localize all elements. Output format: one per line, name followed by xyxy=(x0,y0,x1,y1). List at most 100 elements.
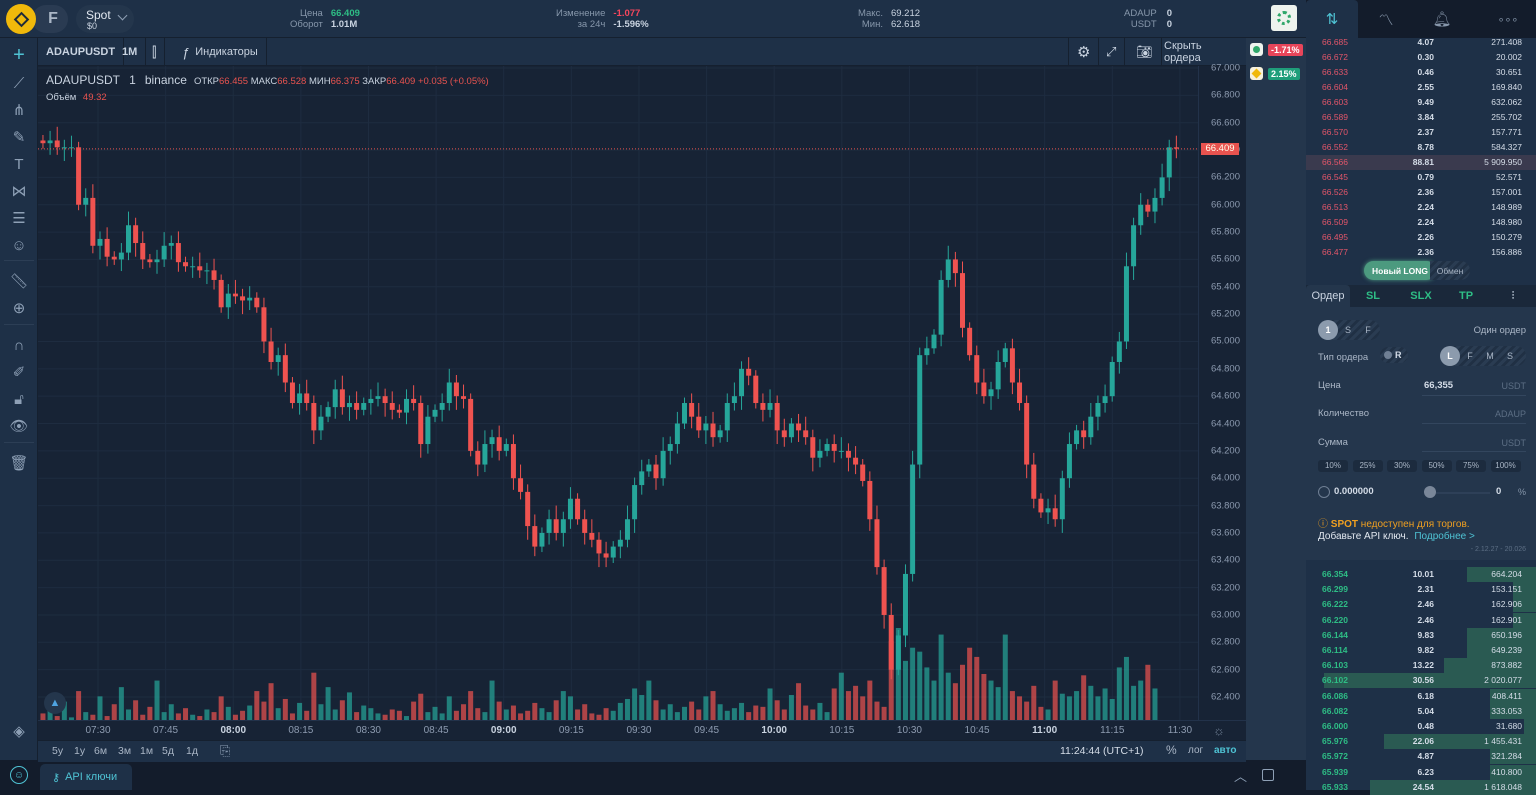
cardano-coin-icon[interactable] xyxy=(1271,5,1297,31)
pitchfork-icon[interactable]: ⋔ xyxy=(8,99,30,121)
percent-button[interactable]: 75% xyxy=(1456,460,1486,472)
trend-line-icon[interactable]: ⟋ xyxy=(8,72,30,94)
bid-row[interactable]: 65.939 6.23 410.800 xyxy=(1306,764,1536,780)
ask-row[interactable]: 66.589 3.84 255.702 xyxy=(1306,110,1536,125)
swap-button[interactable]: Обмен xyxy=(1430,261,1470,280)
ask-row[interactable]: 66.509 2.24 148.980 xyxy=(1306,215,1536,230)
log-scale-toggle[interactable]: лог xyxy=(1188,745,1203,756)
percent-button[interactable]: 50% xyxy=(1421,460,1452,472)
window-icon[interactable] xyxy=(1262,769,1274,781)
indicators-button[interactable]: ƒ Индикаторы xyxy=(174,38,267,66)
bid-row[interactable]: 66.082 5.04 333.053 xyxy=(1306,703,1536,719)
percent-button[interactable]: 30% xyxy=(1387,460,1417,472)
symbol-button[interactable]: ADAUPUSDT xyxy=(38,38,125,66)
ask-row[interactable]: 66.604 2.55 169.840 xyxy=(1306,80,1536,95)
unlock-icon[interactable]: 🔓︎ xyxy=(8,388,30,410)
bid-row[interactable]: 65.933 24.54 1 618.048 xyxy=(1306,779,1536,795)
percent-scale-toggle[interactable]: % xyxy=(1166,743,1177,757)
tab-sl[interactable]: SL xyxy=(1358,285,1388,307)
sliders-icon[interactable]: ⫶ xyxy=(1498,285,1528,307)
range-button[interactable]: 1м xyxy=(140,745,153,757)
bid-row[interactable]: 66.144 9.83 650.196 xyxy=(1306,627,1536,643)
pattern-icon[interactable]: ⋈ xyxy=(8,180,30,202)
order-mode-toggle[interactable]: 1 S F xyxy=(1318,320,1380,340)
type-option[interactable]: L xyxy=(1440,346,1460,366)
quantity-input[interactable] xyxy=(1422,423,1526,424)
amount-slider-track[interactable] xyxy=(1428,492,1490,494)
trash-icon[interactable]: 🗑︎ xyxy=(8,452,30,474)
alerts-bell-icon[interactable]: 🔔︎ xyxy=(1416,0,1468,38)
bid-row[interactable]: 65.976 22.06 1 455.431 xyxy=(1306,734,1536,750)
sum-input[interactable] xyxy=(1422,451,1526,452)
tradingview-logo-icon[interactable]: ▲ xyxy=(44,692,66,714)
fullscreen-icon[interactable]: ⤢ xyxy=(1098,38,1126,66)
price-scale[interactable]: 67.00066.80066.60066.40066.20066.00065.8… xyxy=(1198,63,1246,720)
bid-row[interactable]: 66.220 2.46 162.901 xyxy=(1306,612,1536,628)
mode-option[interactable]: S xyxy=(1338,325,1358,335)
ask-row[interactable]: 66.566 88.81 5 909.950 xyxy=(1306,155,1536,170)
more-dots-icon[interactable]: ∘∘∘ xyxy=(1482,0,1534,38)
tab-tp[interactable]: TP xyxy=(1452,285,1480,307)
more-link[interactable]: Подробнее > xyxy=(1414,531,1474,542)
price-chart[interactable]: ADAUPUSDT 1 binance ОТКР66.455 МАКС66.52… xyxy=(38,66,1198,720)
leverage-type-toggle[interactable]: L F M S xyxy=(1440,346,1526,366)
interval-button[interactable]: 1M xyxy=(114,38,147,66)
emoji-icon[interactable]: ☺ xyxy=(8,234,30,256)
futures-toggle[interactable]: F xyxy=(32,5,68,33)
ask-row[interactable]: 66.495 2.26 150.279 xyxy=(1306,230,1536,245)
price-input[interactable]: 66,355 xyxy=(1424,380,1453,391)
time-scale[interactable]: 07:30 07:45 08:00 08:15 08:30 08:45 09:00 09:15… xyxy=(38,720,1246,740)
ask-row[interactable]: 66.633 0.46 30.651 xyxy=(1306,65,1536,80)
pair-change-item[interactable]: 2.15% xyxy=(1250,67,1300,80)
candlestick-chart[interactable] xyxy=(38,66,1198,720)
bid-row[interactable]: 66.114 9.82 649.239 xyxy=(1306,643,1536,658)
new-long-button[interactable]: Новый LONG xyxy=(1364,261,1436,280)
order-type-toggle[interactable]: R xyxy=(1380,347,1408,363)
ask-row[interactable]: 66.545 0.79 52.571 xyxy=(1306,170,1536,185)
layers-icon[interactable]: ◈ xyxy=(8,720,30,742)
bid-row[interactable]: 66.103 13.22 873.882 xyxy=(1306,658,1536,674)
amount-slider-handle[interactable] xyxy=(1424,486,1436,498)
candle-type-icon[interactable]: ⫿ xyxy=(144,38,166,66)
chart-analysis-icon[interactable]: 〽 xyxy=(1360,0,1412,38)
order-tab-icon[interactable]: ⇅ xyxy=(1306,0,1358,38)
settings-gear-icon[interactable]: ⚙ xyxy=(1068,38,1100,66)
zoom-in-icon[interactable]: ⊕ xyxy=(8,297,30,319)
ask-row[interactable]: 66.513 2.24 148.989 xyxy=(1306,200,1536,215)
bid-row[interactable]: 66.354 10.01 664.204 xyxy=(1306,567,1536,582)
ask-row[interactable]: 66.570 2.37 157.771 xyxy=(1306,125,1536,140)
slider-value[interactable]: 0 xyxy=(1496,486,1501,497)
crosshair-icon[interactable]: + xyxy=(8,44,30,66)
mode-option[interactable]: F xyxy=(1358,325,1378,335)
ask-row[interactable]: 66.672 0.30 20.002 xyxy=(1306,50,1536,65)
range-button[interactable]: 5д xyxy=(162,745,174,757)
bid-row[interactable]: 66.000 0.48 31.680 xyxy=(1306,719,1536,734)
ask-row[interactable]: 66.603 9.49 632.062 xyxy=(1306,95,1536,110)
percent-button[interactable]: 25% xyxy=(1352,460,1383,472)
ask-row[interactable]: 66.526 2.36 157.001 xyxy=(1306,185,1536,200)
prediction-icon[interactable]: ☰ xyxy=(8,207,30,229)
tab-order[interactable]: Ордер xyxy=(1306,285,1350,307)
ask-row[interactable]: 66.477 2.36 156.886 xyxy=(1306,245,1536,260)
range-button[interactable]: 3м xyxy=(118,745,131,757)
type-option[interactable]: F xyxy=(1460,351,1480,361)
auto-scale-toggle[interactable]: авто xyxy=(1214,745,1236,756)
bid-row[interactable]: 65.972 4.87 321.284 xyxy=(1306,749,1536,765)
type-option[interactable]: S xyxy=(1500,351,1520,361)
eye-icon[interactable]: 👁︎ xyxy=(8,415,30,437)
range-button[interactable]: 1д xyxy=(186,745,198,757)
goto-date-icon[interactable]: ⎘ xyxy=(220,743,230,759)
range-button[interactable]: 6м xyxy=(94,745,107,757)
api-keys-tab[interactable]: ⚷ API ключи xyxy=(40,764,132,790)
bid-row[interactable]: 66.299 2.31 153.151 xyxy=(1306,582,1536,598)
account-selector[interactable]: Spot $0 xyxy=(76,5,134,33)
percent-button[interactable]: 10% xyxy=(1318,460,1348,472)
text-tool-icon[interactable]: T xyxy=(8,153,30,175)
support-icon[interactable]: ☺ xyxy=(10,766,28,784)
percent-button[interactable]: 100% xyxy=(1490,460,1521,472)
bid-row[interactable]: 66.222 2.46 162.906 xyxy=(1306,597,1536,613)
ruler-icon[interactable]: 📏︎ xyxy=(8,270,30,292)
chevron-up-icon[interactable]: ︿ xyxy=(1234,766,1247,785)
ask-row[interactable]: 66.685 4.07 271.408 xyxy=(1306,35,1536,50)
magnet-icon[interactable]: ∩ xyxy=(8,334,30,356)
